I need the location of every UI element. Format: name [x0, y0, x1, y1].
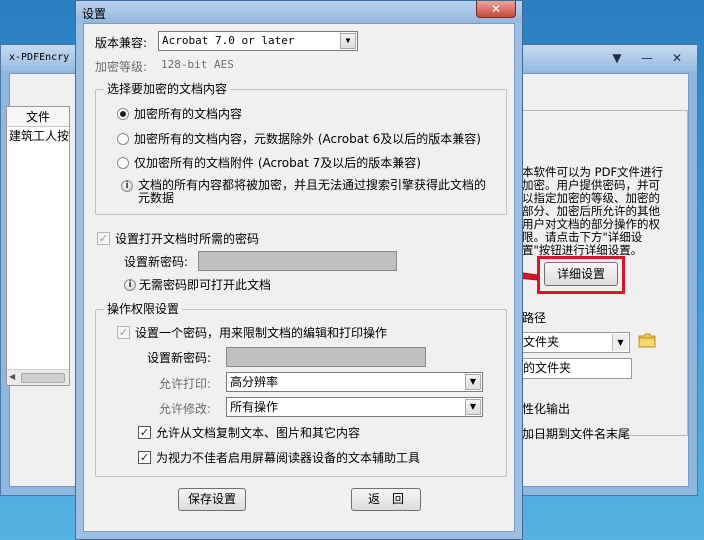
chevron-down-icon[interactable]: ▼	[465, 374, 481, 390]
content-note: i 文档的所有内容都将被加密，并且无法通过搜索引擎获得此文档的元数据	[121, 179, 495, 205]
radio-encrypt-all[interactable]: 加密所有的文档内容	[117, 105, 242, 122]
personalized-output-option[interactable]: 性化输出	[522, 400, 570, 417]
checkbox-indicator[interactable]: ✓	[117, 326, 130, 339]
dropdown-menu-icon[interactable]: ▼	[605, 49, 629, 67]
open-password-note: i 无需密码即可打开此文档	[124, 276, 271, 293]
background-window-title: x-PDFEncry	[9, 52, 70, 63]
radio-indicator[interactable]	[117, 156, 129, 169]
content-note-text: 文档的所有内容都将被加密，并且无法通过搜索引擎获得此文档的元数据	[138, 178, 487, 205]
table-row[interactable]: 建筑工人按	[7, 127, 69, 145]
open-password-checkbox[interactable]: ✓ 设置打开文档时所需的密码	[97, 230, 259, 247]
radio-encrypt-except-metadata[interactable]: 加密所有的文档内容，元数据除外 (Acrobat 6及以后的版本兼容)	[117, 130, 481, 147]
permissions-password-checkbox-label: 设置一个密码，用来限制文档的编辑和打印操作	[135, 326, 388, 340]
chevron-down-icon[interactable]: ▼	[612, 334, 628, 351]
level-label: 加密等级:	[95, 60, 148, 74]
radio-encrypt-attachments[interactable]: 仅加密所有的文档附件 (Acrobat 7及以后的版本兼容)	[117, 154, 421, 171]
output-folder-select[interactable]: 文件夹 ▼	[520, 332, 630, 353]
radio-encrypt-all-label: 加密所有的文档内容	[134, 107, 243, 121]
permissions-group-legend: 操作权限设置	[104, 302, 183, 316]
print-label: 允许打印:	[159, 377, 212, 391]
checkbox-indicator[interactable]: ✓	[138, 426, 151, 439]
info-icon: i	[124, 278, 136, 291]
output-folder-input[interactable]: 的文件夹	[520, 358, 632, 379]
modify-select[interactable]: 所有操作 ▼	[226, 397, 483, 417]
scroll-thumb[interactable]	[21, 373, 65, 383]
open-password-checkbox-label: 设置打开文档时所需的密码	[115, 232, 260, 246]
checkbox-indicator[interactable]: ✓	[138, 451, 151, 464]
minimize-icon[interactable]: —	[635, 49, 659, 67]
radio-encrypt-except-metadata-label: 加密所有的文档内容，元数据除外 (Acrobat 6及以后的版本兼容)	[134, 132, 481, 146]
permissions-password-label: 设置新密码:	[147, 351, 212, 365]
open-password-note-text: 无需密码即可打开此文档	[139, 278, 272, 292]
info-icon: i	[121, 180, 133, 192]
accessibility-label: 为视力不佳者启用屏幕阅读器设备的文本辅助工具	[156, 451, 421, 465]
chevron-down-icon[interactable]: ▼	[340, 33, 356, 49]
horizontal-scrollbar[interactable]: ◀	[7, 369, 69, 385]
compat-value: Acrobat 7.0 or later	[162, 34, 295, 47]
open-password-label: 设置新密码:	[124, 255, 189, 269]
file-table[interactable]: 文件 建筑工人按 ◀	[6, 106, 70, 386]
folder-icon[interactable]	[638, 333, 656, 351]
checkbox-indicator[interactable]: ✓	[97, 232, 110, 245]
print-select[interactable]: 高分辨率 ▼	[226, 372, 483, 392]
back-button[interactable]: 返 回	[351, 488, 421, 511]
highlight-box	[537, 256, 625, 294]
scroll-left-icon[interactable]: ◀	[9, 372, 15, 381]
chevron-down-icon[interactable]: ▼	[465, 399, 481, 415]
append-date-option[interactable]: 加日期到文件名末尾	[522, 425, 630, 442]
open-password-field[interactable]	[198, 251, 397, 271]
close-icon[interactable]: ✕	[665, 49, 689, 67]
save-settings-button[interactable]: 保存设置	[178, 488, 246, 511]
radio-encrypt-attachments-label: 仅加密所有的文档附件 (Acrobat 7及以后的版本兼容)	[134, 156, 421, 170]
output-path-label: 路径	[522, 311, 547, 325]
allow-copy-checkbox[interactable]: ✓ 允许从文档复制文本、图片和其它内容	[138, 424, 360, 441]
allow-copy-label: 允许从文档复制文本、图片和其它内容	[156, 426, 361, 440]
description-text: 本软件可以为 PDF文件进行加密。用户提供密码，并可以指定加密的等级、加密的部分…	[522, 165, 664, 257]
level-value: 128-bit AES	[161, 58, 234, 71]
dialog-close-button[interactable]: ✕	[476, 1, 516, 18]
dialog-title: 设置	[82, 7, 107, 21]
modify-label: 允许修改:	[159, 402, 212, 416]
compat-label: 版本兼容:	[95, 36, 148, 50]
modify-value: 所有操作	[230, 400, 279, 414]
file-column-header[interactable]: 文件	[7, 107, 69, 127]
accessibility-checkbox[interactable]: ✓ 为视力不佳者启用屏幕阅读器设备的文本辅助工具	[138, 449, 420, 466]
radio-indicator[interactable]	[117, 107, 129, 120]
content-group-legend: 选择要加密的文档内容	[104, 82, 231, 96]
compat-select[interactable]: Acrobat 7.0 or later ▼	[158, 31, 358, 51]
print-value: 高分辨率	[230, 375, 279, 389]
dialog-titlebar: 设置 ✕	[76, 1, 522, 23]
permissions-password-checkbox[interactable]: ✓ 设置一个密码，用来限制文档的编辑和打印操作	[117, 324, 387, 341]
permissions-password-field[interactable]	[226, 347, 426, 367]
output-folder-value: 文件夹	[523, 335, 560, 349]
radio-indicator[interactable]	[117, 132, 129, 145]
